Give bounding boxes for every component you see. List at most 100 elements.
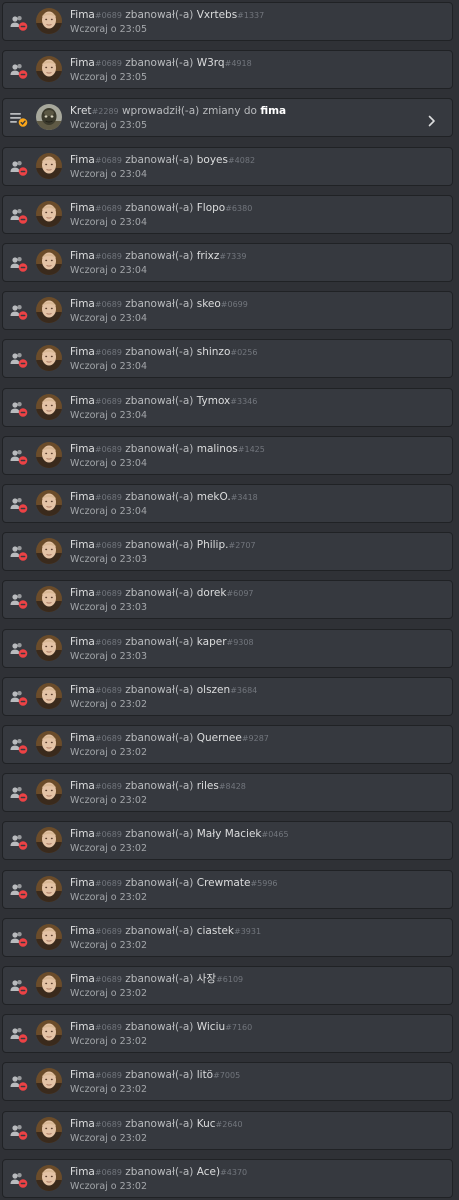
target-name[interactable]: litö [197,1069,213,1081]
audit-log-entry-member-update[interactable]: Kret#2289 wprowadził(-a) zmiany do fima W… [2,98,453,138]
avatar [36,682,62,709]
audit-log-entry-ban[interactable]: Fima#0689 zbanował(-a) boyes#4082 Wczoraj… [2,146,453,186]
target-name[interactable]: olszen [197,684,230,696]
entry-description: Fima#0689 zbanował(-a) frixz#7339 [70,249,422,264]
actor-discriminator: #0689 [94,734,122,743]
actor-discriminator: #0689 [94,1119,122,1129]
target-name[interactable]: Quernee [197,732,242,744]
target-name[interactable]: Crewmate [197,877,251,889]
target-name[interactable]: shinzo [197,346,231,358]
actor-discriminator: #0689 [94,444,122,454]
audit-log-entry-ban[interactable]: Fima#0689 zbanował(-a) Mały Maciek#0465 W… [2,821,453,861]
audit-log-entry-ban[interactable]: Fima#0689 zbanował(-a) Kuc#2640 Wczoraj o… [2,1110,453,1150]
target-name[interactable]: malinos [197,443,238,455]
actor-name[interactable]: Fima [70,1069,95,1081]
target-name[interactable]: W3rq [197,57,225,69]
actor-name[interactable]: Fima [70,636,95,648]
target-name[interactable]: Kuc [197,1118,216,1130]
audit-log-entry-ban[interactable]: Fima#0689 zbanował(-a) kaper#9308 Wczoraj… [2,628,453,668]
actor-name[interactable]: Fima [70,202,95,214]
target-name[interactable]: riles [197,780,219,792]
target-name[interactable]: mekO. [197,491,231,503]
audit-log-entry-ban[interactable]: Fima#0689 zbanował(-a) skeo#0699 Wczoraj … [2,291,453,331]
audit-log-entry-ban[interactable]: Fima#0689 zbanował(-a) olszen#3684 Wczora… [2,676,453,716]
member-ban-icon [9,1074,29,1092]
audit-log-entry-ban[interactable]: Fima#0689 zbanował(-a) Vxrtebs#1337 Wczor… [2,2,453,41]
target-name[interactable]: frixz [197,250,220,262]
actor-name[interactable]: Fima [70,828,95,840]
actor-name[interactable]: Fima [70,539,95,551]
entry-description: Fima#0689 zbanował(-a) kaper#9308 [70,635,422,650]
audit-log-entry-ban[interactable]: Fima#0689 zbanował(-a) riles#8428 Wczoraj… [2,773,453,813]
target-name[interactable]: Ace) [197,1166,220,1178]
timestamp: Wczoraj o 23:04 [70,361,148,373]
target-name[interactable]: ciastek [197,925,234,937]
actor-name[interactable]: Fima [70,1166,95,1178]
audit-log-entry-ban[interactable]: Fima#0689 zbanował(-a) 사장#6109 Wczoraj o … [2,966,453,1005]
timestamp: Wczoraj o 23:02 [70,1180,148,1192]
target-name[interactable]: kaper [197,636,227,648]
actor-name[interactable]: Fima [70,154,95,166]
actor-discriminator: #0689 [94,926,122,936]
avatar [36,56,62,83]
actor-name[interactable]: Fima [70,1118,95,1130]
audit-log-entry-ban[interactable]: Fima#0689 zbanował(-a) W3rq#4918 Wczoraj … [2,50,453,90]
audit-log-entry-ban[interactable]: Fima#0689 zbanował(-a) frixz#7339 Wczoraj… [2,243,453,282]
actor-name[interactable]: Fima [70,877,95,889]
action-text: zbanował(-a) [125,973,194,985]
audit-log-entry-ban[interactable]: Fima#0689 zbanował(-a) Crewmate#5996 Wczo… [2,869,453,909]
actor-name[interactable]: Fima [70,973,95,985]
target-name[interactable]: Vxrtebs [197,9,237,21]
actor-name[interactable]: Fima [70,925,95,937]
target-name[interactable]: dorek [197,587,227,599]
actor-name[interactable]: Fima [70,298,95,310]
avatar [36,297,62,324]
actor-name[interactable]: Fima [70,587,95,599]
actor-name[interactable]: Fima [70,57,95,69]
actor-name[interactable]: Kret [70,105,92,117]
actor-name[interactable]: Fima [70,491,95,503]
actor-name[interactable]: Fima [70,780,95,792]
avatar [36,634,62,661]
audit-log-entry-ban[interactable]: Fima#0689 zbanował(-a) Ace)#4370 Wczoraj … [2,1158,453,1198]
target-name[interactable]: fima [260,105,286,117]
audit-log-entry-ban[interactable]: Fima#0689 zbanował(-a) Wiciu#7160 Wczoraj… [2,1014,453,1054]
actor-name[interactable]: Fima [70,684,95,696]
target-name[interactable]: Flopo [197,202,225,214]
target-name[interactable]: skeo [197,298,221,310]
timestamp: Wczoraj o 23:04 [70,265,148,276]
actor-name[interactable]: Fima [70,9,95,21]
action-text: wprowadził(-a) zmiany do [121,105,257,118]
actor-discriminator: #0689 [94,589,122,599]
audit-log-entry-ban[interactable]: Fima#0689 zbanował(-a) Flopo#6380 Wczoraj… [2,194,453,234]
audit-log-entry-ban[interactable]: Fima#0689 zbanował(-a) shinzo#0256 Wczora… [2,339,453,379]
target-name[interactable]: Philip. [197,539,229,551]
audit-log-entry-ban[interactable]: Fima#0689 zbanował(-a) ciastek#3931 Wczor… [2,917,453,957]
actor-name[interactable]: Fima [70,395,95,407]
audit-log-entry-ban[interactable]: Fima#0689 zbanował(-a) Quernee#9287 Wczor… [2,725,453,764]
audit-log-entry-ban[interactable]: Fima#0689 zbanował(-a) malinos#1425 Wczor… [2,435,453,475]
target-name[interactable]: boyes [197,154,228,166]
actor-name[interactable]: Fima [70,250,95,262]
audit-log-entry-ban[interactable]: Fima#0689 zbanował(-a) dorek#6097 Wczoraj… [2,580,453,620]
target-name[interactable]: 사장 [197,973,216,985]
entry-description: Fima#0689 zbanował(-a) Vxrtebs#1337 [70,8,422,23]
actor-name[interactable]: Fima [70,1021,95,1033]
actor-name[interactable]: Fima [70,346,95,358]
audit-log-entry-ban[interactable]: Fima#0689 zbanował(-a) mekO.#3418 Wczoraj… [2,484,453,523]
entry-description: Fima#0689 zbanował(-a) boyes#4082 [70,153,422,168]
target-name[interactable]: Mały Maciek [197,828,262,840]
actor-discriminator: #0689 [94,975,122,984]
actor-name[interactable]: Fima [70,732,95,744]
target-name[interactable]: Wiciu [197,1021,225,1033]
chevron-right-icon[interactable] [428,112,436,127]
audit-log-entry-ban[interactable]: Fima#0689 zbanował(-a) Tymox#3346 Wczoraj… [2,387,453,427]
audit-log-entry-ban[interactable]: Fima#0689 zbanował(-a) Philip.#2707 Wczor… [2,532,453,572]
actor-discriminator: #0689 [94,348,122,358]
entry-description: Fima#0689 zbanował(-a) Quernee#9287 [70,731,422,746]
audit-log-entry-ban[interactable]: Fima#0689 zbanował(-a) litö#7005 Wczoraj … [2,1062,453,1102]
actor-name[interactable]: Fima [70,443,95,455]
target-name[interactable]: Tymox [197,395,231,407]
action-text: zbanował(-a) [125,394,194,407]
target-discriminator: #1425 [237,444,265,454]
